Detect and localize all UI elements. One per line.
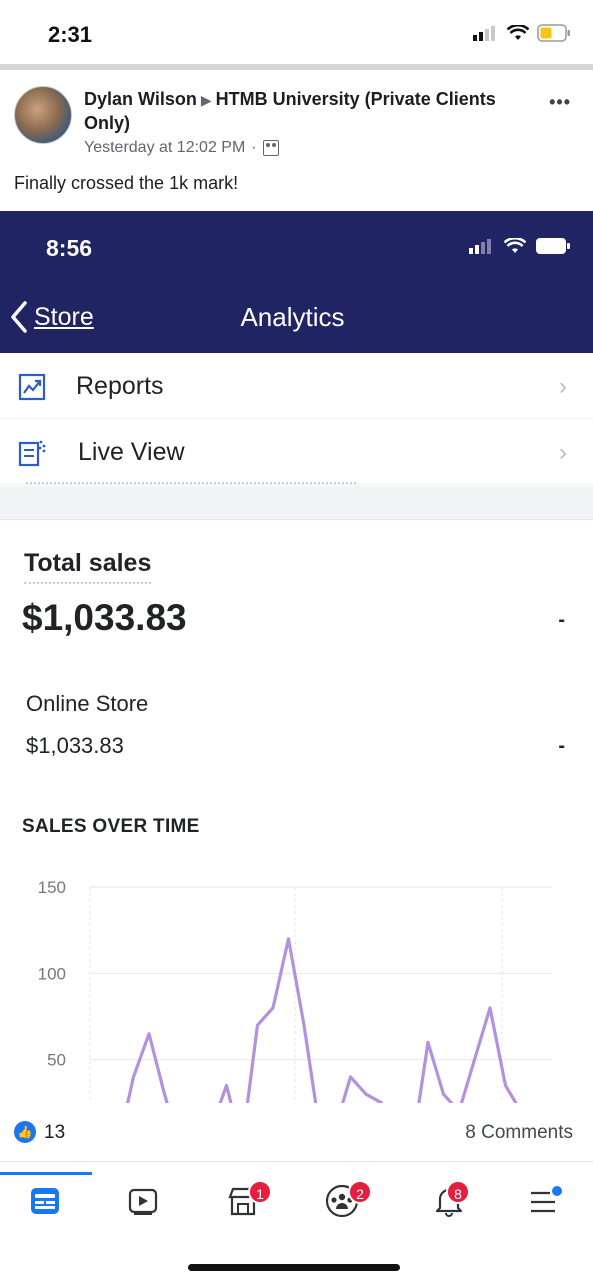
status-bar: 2:31 — [0, 0, 593, 64]
chart-series-line — [126, 937, 518, 1103]
online-store-change: - — [558, 735, 565, 757]
inner-status-icons — [469, 237, 571, 255]
nav-notifications[interactable]: 8 — [420, 1176, 480, 1230]
meta-separator: · — [251, 139, 257, 156]
arrow-right-icon: ▶ — [200, 92, 212, 108]
groups-badge: 2 — [348, 1180, 372, 1204]
menu-item-label: Live View — [78, 438, 185, 466]
reactions-bar: 👍 13 8 Comments — [0, 1103, 593, 1161]
menu-item-live-view[interactable]: Live View › — [0, 419, 593, 485]
chart-y-tick-label: 100 — [38, 964, 66, 983]
total-sales-value: $1,033.83 — [22, 597, 187, 638]
home-indicator — [188, 1264, 400, 1271]
author-avatar[interactable] — [14, 86, 72, 144]
active-tab-indicator — [0, 1172, 92, 1175]
divider — [0, 64, 593, 70]
chart-y-tick-label: 150 — [38, 878, 66, 897]
battery-icon — [536, 238, 570, 254]
total-sales-label: Total sales — [24, 549, 152, 584]
cellular-signal-icon — [473, 26, 495, 41]
status-time: 2:31 — [48, 22, 93, 47]
watch-icon — [128, 1188, 158, 1215]
nav-groups[interactable]: 2 — [312, 1176, 372, 1230]
bottom-nav: 1 2 8 — [0, 1161, 593, 1241]
comments-count[interactable]: 8 Comments — [465, 1122, 573, 1144]
menu-item-label: Reports — [76, 372, 164, 400]
chevron-right-icon: › — [559, 439, 567, 466]
post-timestamp[interactable]: Yesterday at 12:02 PM — [84, 139, 245, 157]
post-text: Finally crossed the 1k mark! — [14, 173, 239, 193]
menu-notification-dot — [552, 1186, 562, 1196]
post-author-line: Dylan Wilson ▶ HTMB University (Private Cl… — [84, 88, 524, 135]
nav-watch[interactable] — [114, 1176, 174, 1230]
reports-icon — [18, 373, 46, 401]
like-count[interactable]: 13 — [44, 1122, 65, 1144]
group-privacy-icon — [262, 140, 279, 156]
like-icon: 👍 — [14, 1121, 36, 1143]
status-icons — [473, 24, 571, 42]
section-divider — [0, 482, 593, 520]
nav-news-feed[interactable] — [16, 1176, 76, 1230]
news-feed-icon — [31, 1188, 59, 1214]
chart-title: SALES OVER TIME — [22, 816, 200, 837]
wifi-icon — [507, 25, 529, 40]
online-store-value: $1,033.83 — [26, 733, 124, 758]
post-meta: Yesterday at 12:02 PM · — [84, 139, 279, 157]
cut-off-text — [26, 482, 356, 489]
menu-item-reports[interactable]: Reports › — [0, 353, 593, 419]
cellular-signal-icon — [469, 239, 491, 254]
total-sales-change: - — [558, 609, 565, 631]
inner-page-title: Analytics — [240, 302, 345, 332]
live-view-icon — [18, 440, 46, 467]
nav-menu[interactable] — [514, 1176, 574, 1230]
battery-icon — [537, 24, 570, 42]
nav-marketplace[interactable]: 1 — [214, 1176, 274, 1230]
marketplace-badge: 1 — [248, 1180, 272, 1204]
author-name[interactable]: Dylan Wilson — [84, 89, 197, 109]
inner-status-time: 8:56 — [46, 235, 93, 261]
notifications-badge: 8 — [446, 1180, 470, 1204]
chevron-right-icon: › — [559, 373, 567, 400]
chart-y-tick-label: 50 — [47, 1051, 66, 1070]
sales-chart: 150 100 50 — [38, 878, 552, 1103]
more-options-button[interactable]: ••• — [549, 92, 571, 113]
inner-app-header: 8:56 Store Analytics — [0, 211, 593, 353]
online-store-label: Online Store — [26, 691, 149, 716]
wifi-icon — [504, 238, 526, 253]
post-image[interactable]: 8:56 Store Analytics Reports › Live View… — [0, 211, 593, 1103]
